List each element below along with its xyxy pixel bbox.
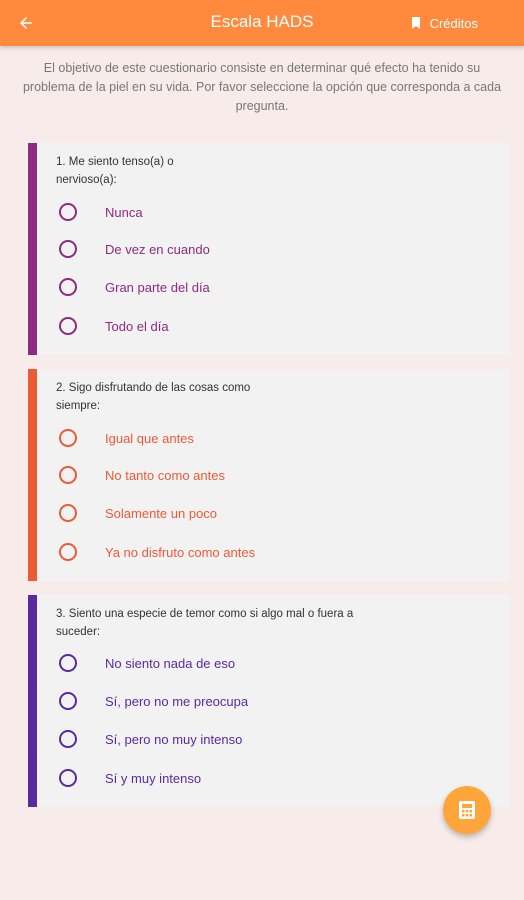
- question-line: nervioso(a):: [56, 174, 117, 186]
- radio-icon: [59, 203, 77, 221]
- question-line: 1. Me siento tenso(a) o: [56, 156, 174, 168]
- question-line: 2. Sigo disfrutando de las cosas como: [56, 382, 251, 394]
- option-q2-1[interactable]: Igual que antes: [56, 426, 316, 450]
- intro-text: El objetivo de este cuestionario consist…: [22, 61, 502, 113]
- radio-icon: [59, 769, 77, 787]
- option-label: No tanto como antes: [105, 467, 225, 483]
- question-text-1: 1. Me siento tenso(a) o nervioso(a):: [56, 153, 366, 189]
- option-q1-1[interactable]: Nunca: [56, 200, 316, 224]
- question-text-2: 2. Sigo disfrutando de las cosas como si…: [56, 379, 366, 415]
- arrow-back-icon: [20, 17, 32, 29]
- option-label: Todo el día: [105, 318, 169, 334]
- calculate-button[interactable]: [443, 786, 491, 834]
- bookmark-icon: [411, 17, 420, 29]
- option-q3-4[interactable]: Sí y muy intenso: [56, 766, 316, 790]
- option-q3-1[interactable]: No siento nada de eso: [56, 651, 316, 675]
- radio-icon: [59, 543, 77, 561]
- radio-icon: [59, 429, 77, 447]
- option-q2-2[interactable]: No tanto como antes: [56, 463, 316, 487]
- option-label: Gran parte del día: [105, 279, 210, 295]
- option-label: Nunca: [105, 204, 143, 220]
- option-q3-2[interactable]: Sí, pero no me preocupa: [56, 689, 316, 713]
- question-accent-bar: [28, 595, 37, 807]
- option-q3-3[interactable]: Sí, pero no muy intenso: [56, 727, 316, 751]
- option-label: De vez en cuando: [105, 241, 210, 257]
- option-label: Ya no disfruto como antes: [105, 544, 256, 560]
- back-button[interactable]: [10, 7, 42, 39]
- option-label: Sí, pero no muy intenso: [105, 731, 243, 747]
- option-label: Igual que antes: [105, 430, 194, 446]
- option-q2-4[interactable]: Ya no disfruto como antes: [56, 540, 316, 564]
- option-label: No siento nada de eso: [105, 655, 236, 671]
- question-line: siempre:: [56, 400, 101, 412]
- credits-label: Créditos: [429, 15, 478, 31]
- option-q1-2[interactable]: De vez en cuando: [56, 237, 316, 261]
- option-q1-3[interactable]: Gran parte del día: [56, 275, 316, 299]
- radio-icon: [59, 504, 77, 522]
- question-accent-bar: [28, 143, 37, 355]
- question-line: suceder:: [56, 626, 101, 638]
- option-label: Solamente un poco: [105, 505, 218, 521]
- question-line: 3. Siento una especie de temor como si a…: [56, 608, 354, 620]
- radio-icon: [59, 240, 77, 258]
- radio-icon: [59, 692, 77, 710]
- app-bar: Escala HADS Créditos: [0, 0, 524, 46]
- option-label: Sí, pero no me preocupa: [105, 693, 249, 709]
- credits-button[interactable]: Créditos: [411, 12, 478, 34]
- option-q1-4[interactable]: Todo el día: [56, 314, 316, 338]
- radio-icon: [59, 278, 77, 296]
- option-q2-3[interactable]: Solamente un poco: [56, 501, 316, 525]
- radio-icon: [59, 317, 77, 335]
- option-label: Sí y muy intenso: [105, 770, 202, 786]
- question-text-3: 3. Siento una especie de temor como si a…: [56, 605, 366, 641]
- radio-icon: [59, 654, 77, 672]
- calculator-icon: [459, 801, 475, 819]
- radio-icon: [59, 466, 77, 484]
- question-accent-bar: [28, 369, 37, 581]
- radio-icon: [59, 730, 77, 748]
